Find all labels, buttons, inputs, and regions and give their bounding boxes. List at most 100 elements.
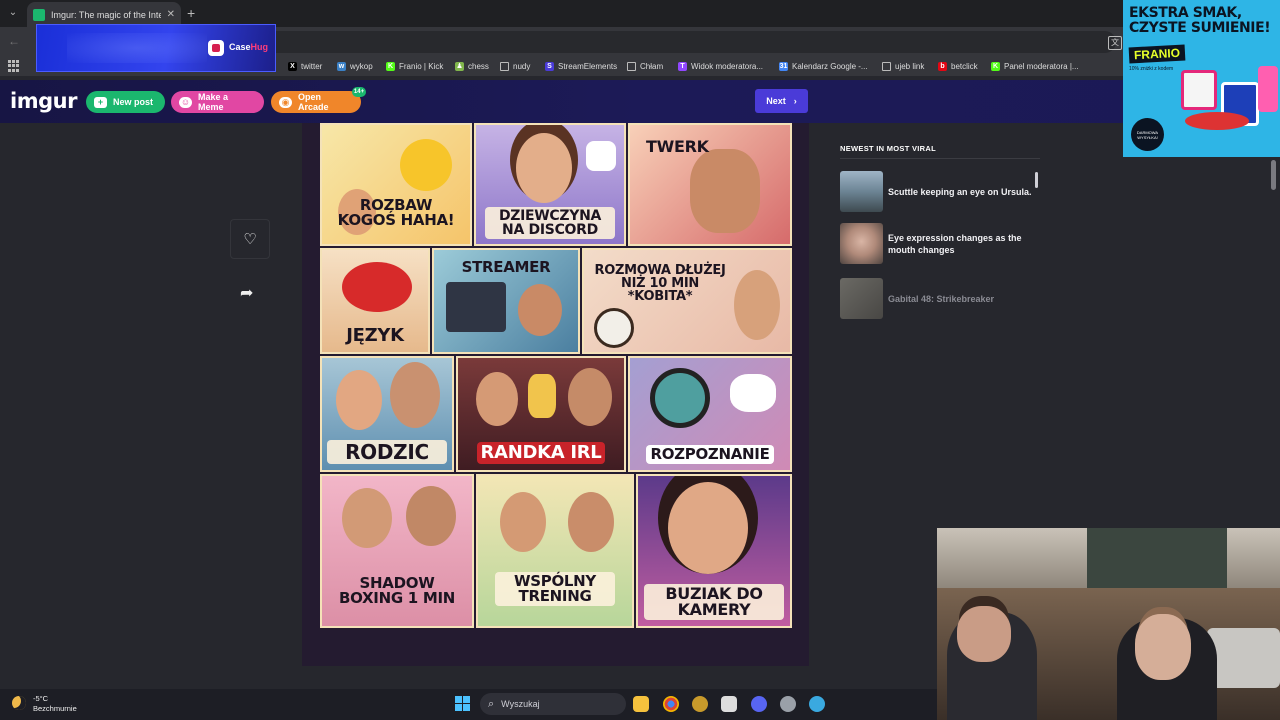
bookmark-item[interactable]: ♟ chess [455,59,489,73]
windows-taskbar: -5°C Bezchmurnie ⌕ Wyszukaj [0,689,937,720]
panel-label: STREAMER [461,258,551,276]
panel-label: BUZIAK DO KAMERY [644,584,784,620]
next-post-button[interactable]: Next › [755,89,808,113]
sidebar-post-title: Eye expression changes as the mouth chan… [888,232,1022,255]
new-tab-button[interactable]: + [187,5,195,21]
bookmark-item[interactable]: w wykop [337,59,373,73]
franio-headline: EKSTRA SMAK, CZYSTE SUMIENIE! [1129,5,1271,36]
post-image[interactable]: ROZBAW KOGOŚ HAHA! DZIEWCZYNA NA DISCORD… [302,123,809,666]
make-meme-button[interactable]: ☺ Make a Meme [171,91,264,113]
sidebar-post-item[interactable]: Scuttle keeping an eye on Ursula. [840,171,1040,212]
apps-grid-icon[interactable] [8,60,20,72]
folder-icon [627,61,636,71]
bookmark-favicon-icon: K [386,61,395,71]
woman-training-image [500,492,546,552]
weather-temperature[interactable]: -5°C [33,694,48,703]
bookmark-label: ujeb link [895,61,925,71]
bookmark-item[interactable]: K Franio | Kick [386,59,443,73]
bookmark-item[interactable]: K Panel moderatora |... [991,59,1079,73]
weather-condition[interactable]: Bezchmurnie [33,704,77,713]
woman-training-image [568,492,614,552]
bookmark-favicon-icon: 31 [779,61,788,71]
bookmark-item[interactable]: ujeb link [882,59,924,73]
casehug-brand: CaseHug [229,42,269,52]
open-arcade-label: Open Arcade [298,92,329,112]
panel-randka: RANDKA IRL [456,356,626,472]
app-icon[interactable] [692,696,708,712]
woman-headset-image [734,270,780,340]
bookmark-item[interactable]: Chłam [627,59,663,73]
girl-kiss-image [668,482,748,574]
chrome-icon[interactable] [663,696,679,712]
bookmark-item[interactable]: S StreamElements [545,59,617,73]
bookmark-item[interactable]: 31 Kalendarz Google -... [779,59,868,73]
bookmark-label: Widok moderatora... [691,61,764,71]
imgur-logo[interactable]: imgur [10,89,77,113]
search-icon: ⌕ [488,697,495,710]
panel-jezyk: JĘZYK [320,248,430,354]
imgur-header: imgur + New post ☺ Make a Meme ◉ Open Ar… [0,80,1280,123]
imgur-favicon-icon [33,8,45,21]
discord-icon[interactable] [751,696,767,712]
translate-icon[interactable]: 文 [1108,36,1122,50]
franio-banner-ad[interactable]: EKSTRA SMAK, CZYSTE SUMIENIE! FRANIO 10%… [1123,0,1280,157]
browser-tab-imgur[interactable]: Imgur: The magic of the Internet ✕ [27,2,181,27]
panel-label: DZIEWCZYNA NA DISCORD [485,207,615,239]
panel-label: ROZPOZNANIE [646,445,774,464]
casehug-banner-ad[interactable]: CaseHug [37,25,275,71]
bookmark-favicon-icon: ♟ [455,61,464,71]
bookmark-label: betclick [951,61,978,71]
folder-icon [500,61,509,71]
back-arrow-icon[interactable]: ← [8,34,20,48]
girl-headset-image [516,133,572,203]
favorite-button[interactable]: ♡ [230,219,270,259]
father-image [390,362,440,428]
file-explorer-icon[interactable] [633,696,649,712]
meme-icon: ☺ [179,96,192,108]
sidebar-post-item[interactable]: Eye expression changes as the mouth chan… [840,223,1040,264]
laughing-emoji-image [400,139,452,191]
bookmark-item[interactable]: T Widok moderatora... [678,59,763,73]
tab-search-button[interactable]: ⌄ [5,5,21,21]
globe-icon[interactable] [809,696,825,712]
page-scrollbar[interactable] [1271,160,1276,190]
bookmark-item[interactable]: b betclick [938,59,978,73]
bookmark-label: Panel moderatora |... [1004,61,1079,71]
boxer-right-image [406,486,456,546]
bookmark-favicon-icon: w [337,61,346,71]
bookmark-favicon-icon: K [991,61,1000,71]
product-can-image [1258,66,1278,112]
bookmark-favicon-icon: X [288,61,297,71]
gamepad-icon: ◉ [279,96,292,108]
franio-brand: FRANIO [1128,44,1186,64]
open-arcade-button[interactable]: ◉ Open Arcade [271,91,361,113]
sidebar-post-item[interactable]: Gabital 48: Strikebreaker [840,278,1040,319]
bookmark-item[interactable]: Xtwitter [288,59,322,73]
sofa-image [1207,628,1280,688]
spotify-icon [586,141,616,171]
bookmark-label: wykop [350,61,373,71]
man-date-image [568,368,612,426]
panel-buziak: BUZIAK DO KAMERY [636,474,792,628]
moon-weather-icon[interactable] [12,696,26,710]
panel-label: ROZMOWA DŁUŻEJ NIŻ 10 MIN *KOBITA* [594,263,726,304]
panel-label: WSPÓLNY TRENING [495,572,615,606]
free-shipping-badge: DARMOWA WYSYŁKA! [1131,118,1164,151]
bookmark-item[interactable]: nudy [500,59,530,73]
share-arrow-icon[interactable]: ➦ [240,283,253,303]
app-icon[interactable] [721,696,737,712]
tab-close-icon[interactable]: ✕ [167,9,175,20]
monitor-image [446,282,506,332]
folder-icon [882,61,891,71]
heart-icon: ♡ [243,231,257,248]
taskbar-search-box[interactable]: ⌕ Wyszukaj [480,693,626,715]
make-meme-label: Make a Meme [198,92,229,112]
post-image-grid: ROZBAW KOGOŚ HAHA! DZIEWCZYNA NA DISCORD… [320,123,792,628]
franio-discount-note: 10% zniżki z kodem [1129,66,1174,72]
new-post-label: New post [113,97,154,107]
windows-start-icon[interactable] [455,696,470,711]
new-post-button[interactable]: + New post [86,91,165,113]
settings-gear-icon[interactable] [780,696,796,712]
browser-tab-bar: ⌄ Imgur: The magic of the Internet ✕ + [0,0,1280,27]
product-can-image [1181,70,1217,110]
